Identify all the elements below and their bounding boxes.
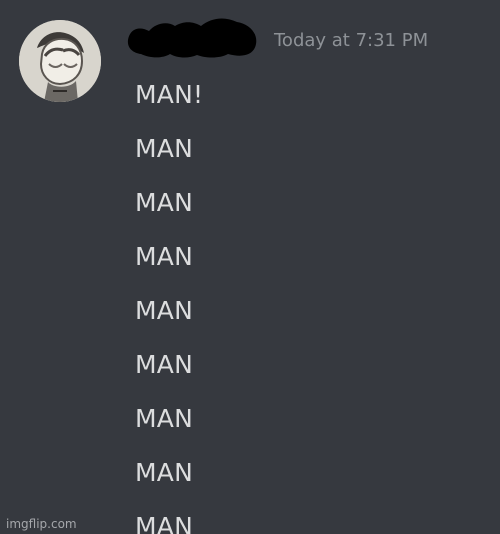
message-content: MAN! MAN MAN MAN MAN MAN MAN MAN MAN (135, 68, 203, 534)
message-line: MAN (135, 134, 193, 163)
message-line: MAN (135, 512, 193, 534)
message-line: MAN (135, 350, 193, 379)
avatar[interactable] (19, 20, 101, 102)
message-line: MAN (135, 458, 193, 487)
message-line: MAN (135, 242, 193, 271)
message-line: MAN (135, 404, 193, 433)
chat-message: Today at 7:31 PM MAN! MAN MAN MAN MAN MA… (0, 0, 500, 534)
message-line: MAN (135, 296, 193, 325)
message-line: MAN! (135, 80, 204, 109)
imgflip-watermark: imgflip.com (6, 517, 77, 531)
message-timestamp: Today at 7:31 PM (274, 30, 429, 51)
message-line: MAN (135, 188, 193, 217)
message-header: Today at 7:31 PM (125, 16, 475, 60)
redacted-username[interactable] (125, 16, 260, 60)
